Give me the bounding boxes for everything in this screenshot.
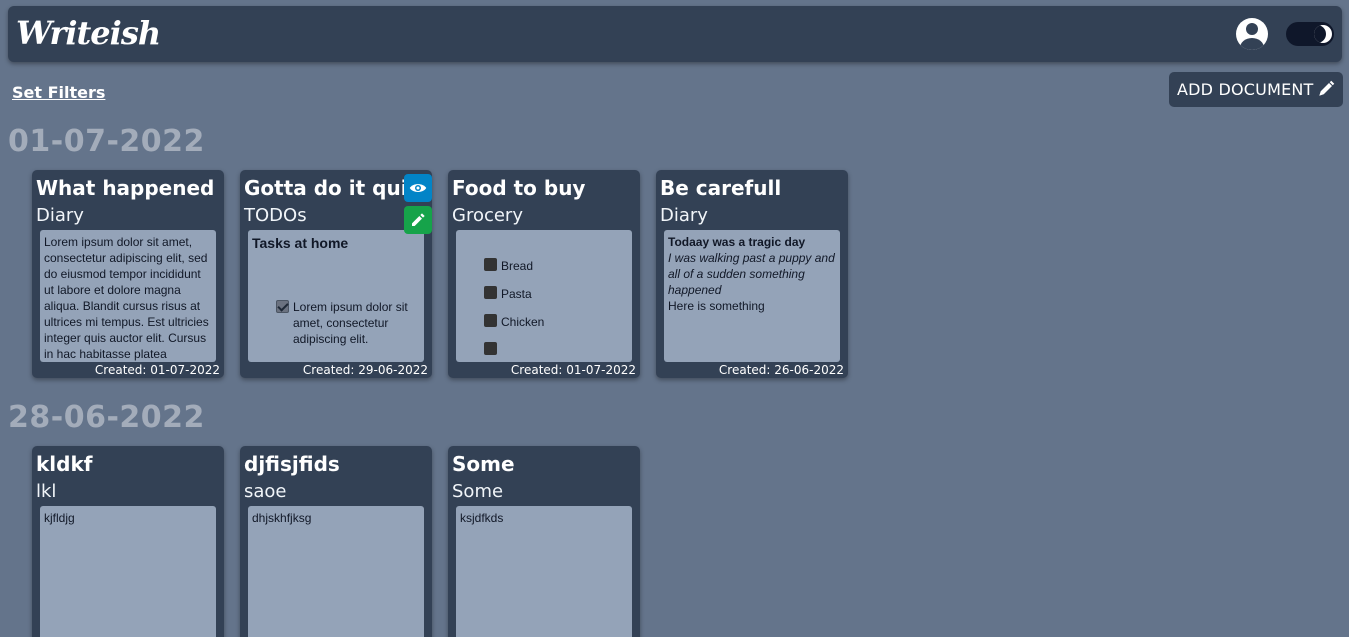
card-category: Grocery (452, 205, 523, 226)
card-created-date: Created: 26-06-2022 (718, 363, 844, 377)
card-category: TODOs (244, 205, 307, 226)
document-card[interactable]: Some Some ksjdfkds (448, 446, 640, 637)
preview-text: ksjdfkds (460, 511, 504, 525)
document-card[interactable]: Food to buy Grocery Bread Pasta Chicken … (448, 170, 640, 378)
user-icon-head (1246, 23, 1258, 35)
view-document-button[interactable] (404, 174, 432, 202)
card-title: Be carefull (660, 176, 782, 200)
document-card[interactable]: What happened Diary Lorem ipsum dolor si… (32, 170, 224, 378)
card-category: Some (452, 481, 504, 502)
date-group-header: 01-07-2022 (8, 124, 205, 159)
user-circle-icon[interactable] (1236, 18, 1268, 50)
card-preview: Todaay was a tragic day I was walking pa… (664, 230, 840, 362)
eye-icon (409, 184, 427, 192)
card-preview: kjfldjg (40, 506, 216, 637)
checkbox-icon (484, 285, 497, 299)
list-item-label: Chicken (501, 315, 545, 329)
card-category: Diary (660, 205, 708, 226)
card-category: saoe (244, 481, 287, 502)
document-card[interactable]: Gotta do it quick TODOs Tasks at home Lo… (240, 170, 432, 378)
moon-icon (1314, 25, 1332, 43)
add-document-label: ADD DOCUMENT (1177, 80, 1314, 99)
checkbox-icon (484, 341, 497, 355)
set-filters-link[interactable]: Set Filters (12, 83, 105, 102)
preview-text: dhjskhfjksg (252, 511, 312, 525)
card-title: Food to buy (452, 176, 586, 200)
card-created-date: Created: 01-07-2022 (94, 363, 220, 377)
card-title: Some (452, 452, 515, 476)
date-group-header: 28-06-2022 (8, 400, 205, 435)
card-preview: Lorem ipsum dolor sit amet, consectetur … (40, 230, 216, 362)
preview-text: kjfldjg (44, 511, 75, 525)
item-list: Bread Pasta Chicken (460, 234, 628, 362)
todo-item-text: Lorem ipsum dolor sit amet, consectetur … (293, 300, 408, 346)
todo-item: Lorem ipsum dolor sit amet, consectetur … (276, 299, 420, 347)
preview-text: Here is something (668, 299, 765, 313)
document-card[interactable]: kldkf lkl kjfldjg (32, 446, 224, 637)
brand-logo[interactable]: Writeish (16, 14, 161, 52)
document-card[interactable]: Be carefull Diary Todaay was a tragic da… (656, 170, 848, 378)
preview-title: Todaay was a tragic day (668, 235, 806, 249)
pencil-icon (412, 213, 425, 226)
card-created-date: Created: 01-07-2022 (510, 363, 636, 377)
preview-italic-text: I was walking past a puppy and all of a … (668, 251, 835, 297)
card-preview: Bread Pasta Chicken (456, 230, 632, 362)
card-category: Diary (36, 205, 84, 226)
card-title: djfisjfids (244, 452, 340, 476)
pen-icon (1319, 80, 1335, 96)
add-document-button[interactable]: ADD DOCUMENT (1169, 72, 1343, 107)
card-created-date: Created: 29-06-2022 (302, 363, 428, 377)
preview-text: Lorem ipsum dolor sit amet, consectetur … (44, 235, 209, 361)
list-item (484, 332, 628, 362)
list-item-label: Bread (501, 259, 534, 273)
document-card[interactable]: djfisjfids saoe dhjskhfjksg (240, 446, 432, 637)
card-preview: ksjdfkds (456, 506, 632, 637)
edit-document-button[interactable] (404, 206, 432, 234)
card-title: kldkf (36, 452, 93, 476)
navbar: Writeish (8, 6, 1342, 62)
card-preview: Tasks at home Lorem ipsum dolor sit amet… (248, 230, 424, 362)
checkbox-icon (484, 257, 497, 271)
card-preview: dhjskhfjksg (248, 506, 424, 637)
card-title: What happened (36, 176, 215, 200)
checkbox-icon (484, 313, 497, 327)
checkbox-checked-icon (276, 300, 289, 313)
card-category: lkl (36, 481, 57, 502)
list-item-label: Pasta (501, 287, 532, 301)
preview-title: Tasks at home (252, 235, 349, 251)
theme-toggle[interactable] (1286, 22, 1334, 46)
user-icon-body (1240, 38, 1264, 50)
